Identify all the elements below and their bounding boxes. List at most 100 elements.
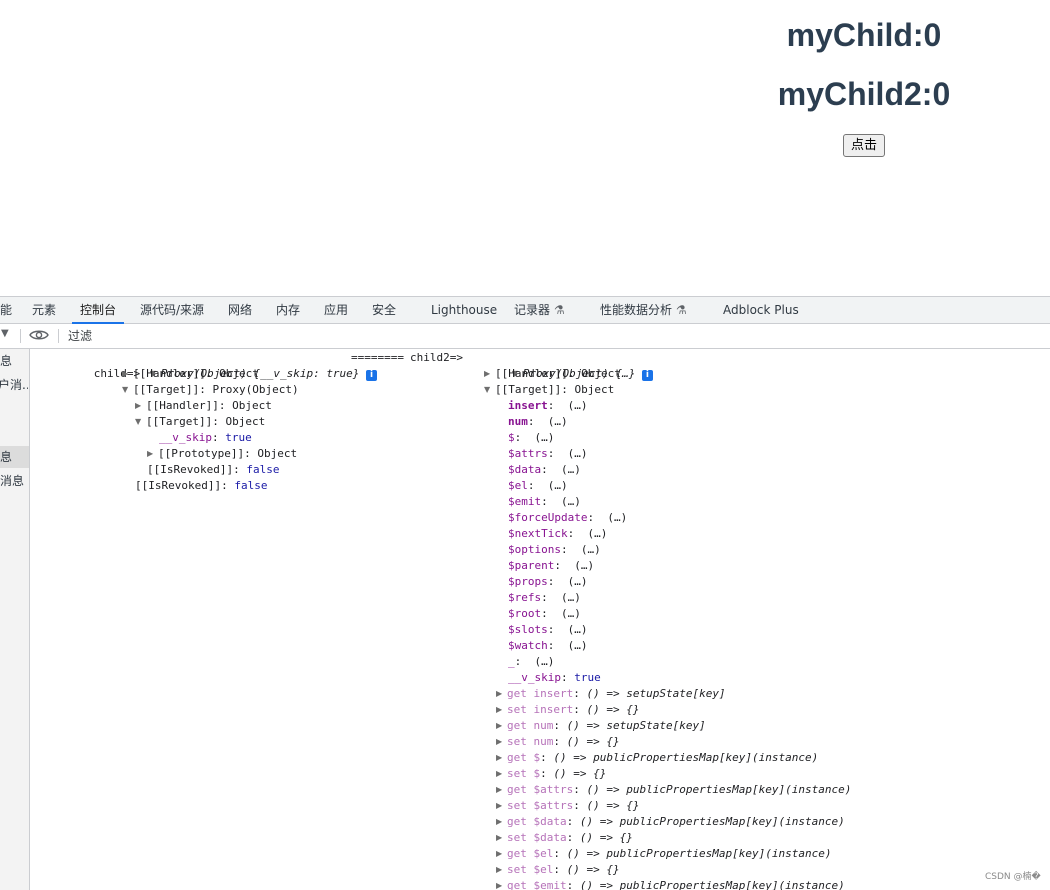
info-icon[interactable]: i	[366, 370, 378, 381]
lazy-property-row[interactable]: $options: (…)	[508, 542, 601, 558]
object-summary-child2[interactable]: ▼ Proxy(Object) {…} i	[472, 350, 653, 381]
accessor-row[interactable]: ▶ set insert: () => {}	[496, 702, 639, 718]
accessor-row[interactable]: ▶ set $el: () => {}	[496, 862, 620, 878]
tree-row[interactable]: ▼ [[Target]]: Proxy(Object)	[122, 382, 299, 398]
sidebar-item-verbose[interactable]: 消息	[0, 470, 29, 492]
lazy-value[interactable]: (…)	[548, 415, 568, 428]
lazy-property-row[interactable]: insert: (…)	[508, 398, 588, 414]
tab-network[interactable]: 网络	[228, 297, 252, 324]
tab-sources[interactable]: 源代码/来源	[140, 297, 204, 324]
sidebar-item-user-messages[interactable]: 户消...	[0, 374, 28, 396]
tab-elements[interactable]: 元素	[32, 297, 56, 324]
object-summary-child[interactable]: ▼ Proxy(Object) {__v_skip: true} i	[110, 350, 378, 381]
expand-triangle-icon[interactable]: ▼	[122, 382, 133, 398]
sidebar-item-info[interactable]: 息	[0, 446, 29, 468]
collapsed-triangle-icon[interactable]: ▶	[135, 398, 146, 414]
collapsed-triangle-icon[interactable]: ▶	[122, 366, 133, 382]
eye-icon[interactable]	[29, 327, 49, 346]
lazy-value[interactable]: (…)	[568, 639, 588, 652]
accessor-row[interactable]: ▶ get num: () => setupState[key]	[496, 718, 706, 734]
lazy-value[interactable]: (…)	[561, 463, 581, 476]
context-dropdown-icon[interactable]: ▼	[1, 328, 9, 339]
accessor-row[interactable]: ▶ get $: () => publicPropertiesMap[key](i…	[496, 750, 818, 766]
lazy-property-row[interactable]: $refs: (…)	[508, 590, 581, 606]
info-icon[interactable]: i	[641, 370, 653, 381]
tab-lighthouse[interactable]: Lighthouse	[431, 297, 497, 324]
lazy-property-row[interactable]: $attrs: (…)	[508, 446, 588, 462]
accessor-row[interactable]: ▶ get $data: () => publicPropertiesMap[ke…	[496, 814, 845, 830]
accessor-row[interactable]: ▶ get insert: () => setupState[key]	[496, 686, 726, 702]
lazy-value[interactable]: (…)	[574, 559, 594, 572]
tab-performance-insights[interactable]: 性能数据分析 ⚗	[600, 297, 687, 324]
tab-performance[interactable]: 能	[0, 297, 12, 324]
lazy-value[interactable]: (…)	[561, 495, 581, 508]
lazy-value[interactable]: (…)	[535, 655, 555, 668]
tree-row[interactable]: ▼ [[Target]]: Object	[135, 414, 265, 430]
accessor-row[interactable]: ▶ get $el: () => publicPropertiesMap[key]…	[496, 846, 832, 862]
tab-adblock-plus[interactable]: Adblock Plus	[723, 297, 799, 324]
tab-security[interactable]: 安全	[372, 297, 396, 324]
tree-row[interactable]: ▶ [[Handler]]: Object	[122, 366, 259, 382]
sidebar-item-messages[interactable]: 息	[0, 350, 29, 372]
lazy-value[interactable]: (…)	[568, 447, 588, 460]
collapsed-triangle-icon[interactable]: ▶	[496, 702, 507, 718]
accessor-row[interactable]: ▶ set $data: () => {}	[496, 830, 633, 846]
accessor-row[interactable]: ▶ get $emit: () => publicPropertiesMap[ke…	[496, 878, 845, 890]
lazy-value[interactable]: (…)	[568, 623, 588, 636]
collapsed-triangle-icon[interactable]: ▶	[496, 846, 507, 862]
accessor-row[interactable]: ▶ set $: () => {}	[496, 766, 606, 782]
accessor-function: () => {}	[566, 863, 620, 876]
lazy-value[interactable]: (…)	[561, 591, 581, 604]
lazy-value[interactable]: (…)	[607, 511, 627, 524]
expand-triangle-icon[interactable]: ▼	[135, 414, 146, 430]
collapsed-triangle-icon[interactable]: ▶	[496, 798, 507, 814]
lazy-property-row[interactable]: $root: (…)	[508, 606, 581, 622]
collapsed-triangle-icon[interactable]: ▶	[484, 366, 495, 382]
lazy-value[interactable]: (…)	[535, 431, 555, 444]
lazy-property-row[interactable]: $: (…)	[508, 430, 554, 446]
tab-memory[interactable]: 内存	[276, 297, 300, 324]
lazy-property-row[interactable]: $el: (…)	[508, 478, 568, 494]
lazy-value[interactable]: (…)	[568, 575, 588, 588]
lazy-property-row[interactable]: $watch: (…)	[508, 638, 588, 654]
lazy-property-row[interactable]: $nextTick: (…)	[508, 526, 607, 542]
tree-row[interactable]: ▶ [[Handler]]: Object	[484, 366, 621, 382]
lazy-property-row[interactable]: $forceUpdate: (…)	[508, 510, 627, 526]
tree-row[interactable]: ▶ [[Prototype]]: Object	[147, 446, 297, 462]
tab-console[interactable]: 控制台	[72, 297, 125, 324]
lazy-value[interactable]: (…)	[548, 479, 568, 492]
filter-input[interactable]	[64, 325, 1050, 346]
collapsed-triangle-icon[interactable]: ▶	[496, 782, 507, 798]
lazy-property-row[interactable]: _: (…)	[508, 654, 554, 670]
lazy-property-row[interactable]: $emit: (…)	[508, 494, 581, 510]
accessor-row[interactable]: ▶ set $attrs: () => {}	[496, 798, 639, 814]
collapsed-triangle-icon[interactable]: ▶	[496, 718, 507, 734]
collapsed-triangle-icon[interactable]: ▶	[496, 814, 507, 830]
tab-recorder[interactable]: 记录器 ⚗	[514, 297, 565, 324]
lazy-property-row[interactable]: $parent: (…)	[508, 558, 594, 574]
collapsed-triangle-icon[interactable]: ▶	[496, 750, 507, 766]
lazy-value[interactable]: (…)	[568, 399, 588, 412]
lazy-value[interactable]: (…)	[561, 607, 581, 620]
lazy-value[interactable]: (…)	[581, 543, 601, 556]
tree-row[interactable]: ▶ [[Handler]]: Object	[135, 398, 272, 414]
lazy-property-row[interactable]: $props: (…)	[508, 574, 588, 590]
tab-application[interactable]: 应用	[324, 297, 348, 324]
lazy-property-row[interactable]: num: (…)	[508, 414, 568, 430]
collapsed-triangle-icon[interactable]: ▶	[496, 878, 507, 890]
lazy-property-row[interactable]: $data: (…)	[508, 462, 581, 478]
collapsed-triangle-icon[interactable]: ▶	[147, 446, 158, 462]
collapsed-triangle-icon[interactable]: ▶	[496, 766, 507, 782]
lazy-property-row[interactable]: $slots: (…)	[508, 622, 588, 638]
expand-triangle-icon[interactable]: ▼	[484, 382, 495, 398]
collapsed-triangle-icon[interactable]: ▶	[496, 734, 507, 750]
lazy-value[interactable]: (…)	[587, 527, 607, 540]
click-button[interactable]: 点击	[843, 134, 885, 157]
accessor-row[interactable]: ▶ set num: () => {}	[496, 734, 620, 750]
collapsed-triangle-icon[interactable]: ▶	[496, 686, 507, 702]
tree-key: insert	[508, 399, 548, 412]
collapsed-triangle-icon[interactable]: ▶	[496, 862, 507, 878]
accessor-row[interactable]: ▶ get $attrs: () => publicPropertiesMap[k…	[496, 782, 851, 798]
collapsed-triangle-icon[interactable]: ▶	[496, 830, 507, 846]
tree-row[interactable]: ▼ [[Target]]: Object	[484, 382, 614, 398]
